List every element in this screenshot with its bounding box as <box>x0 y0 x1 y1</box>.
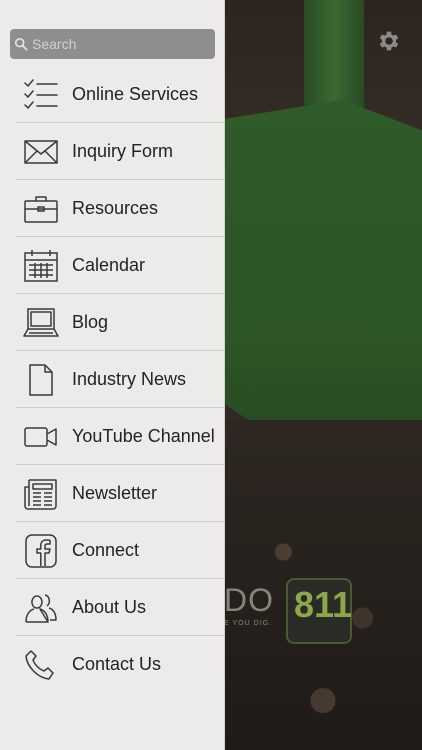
menu-item-blog[interactable]: Blog <box>0 294 224 351</box>
menu-item-calendar[interactable]: Calendar <box>0 237 224 294</box>
document-icon <box>29 364 53 396</box>
menu-item-label: Connect <box>72 540 140 560</box>
menu-list: Online Services Inquiry Form Resources C… <box>0 66 224 693</box>
side-drawer: Online Services Inquiry Form Resources <box>0 0 225 750</box>
menu-item-label: Contact Us <box>72 654 162 674</box>
checklist-icon <box>24 79 58 109</box>
menu-item-connect[interactable]: Connect <box>0 522 224 579</box>
gear-icon[interactable] <box>376 28 402 54</box>
search-bar[interactable] <box>10 29 215 59</box>
video-camera-icon <box>24 427 57 447</box>
menu-item-label: Online Services <box>72 84 199 104</box>
search-icon <box>14 37 28 51</box>
logo-tagline: E YOU DIG. <box>224 620 272 627</box>
menu-item-contact-us[interactable]: Contact Us <box>0 636 224 693</box>
menu-item-label: Inquiry Form <box>72 141 174 161</box>
briefcase-icon <box>24 196 58 223</box>
menu-item-online-services[interactable]: Online Services <box>0 66 224 123</box>
menu-item-label: Resources <box>72 198 159 218</box>
menu-item-label: Blog <box>72 312 109 332</box>
menu-item-newsletter[interactable]: Newsletter <box>0 465 224 522</box>
logo: DO 811 E YOU DIG. <box>224 578 354 644</box>
menu-item-industry-news[interactable]: Industry News <box>0 351 224 408</box>
laptop-icon <box>23 308 59 337</box>
menu-item-youtube-channel[interactable]: YouTube Channel <box>0 408 224 465</box>
facebook-icon <box>25 534 57 568</box>
menu-item-resources[interactable]: Resources <box>0 180 224 237</box>
menu-item-label: Industry News <box>72 369 187 389</box>
background-app-content: DO 811 E YOU DIG. <box>224 0 422 750</box>
logo-number: 811 <box>294 584 353 625</box>
menu-item-inquiry-form[interactable]: Inquiry Form <box>0 123 224 180</box>
menu-item-label: Newsletter <box>72 483 158 503</box>
menu-item-label: YouTube Channel <box>72 426 215 446</box>
logo-text: DO <box>224 582 274 618</box>
calendar-icon <box>24 250 58 282</box>
phone-icon <box>25 650 54 680</box>
people-icon <box>25 594 57 623</box>
menu-item-label: About Us <box>72 597 147 617</box>
menu-item-label: Calendar <box>72 255 146 275</box>
newspaper-icon <box>24 479 57 510</box>
menu-item-about-us[interactable]: About Us <box>0 579 224 636</box>
search-input[interactable] <box>32 36 202 52</box>
envelope-icon <box>24 140 58 164</box>
